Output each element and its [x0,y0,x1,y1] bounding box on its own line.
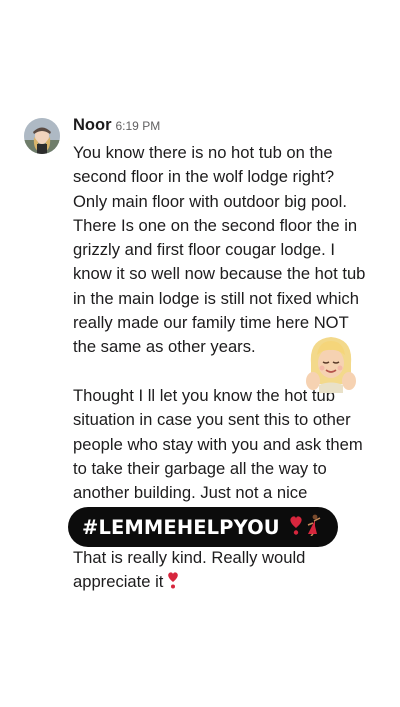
message-line: situation in case you sent this to other [73,410,351,430]
heart-exclamation-icon [166,570,180,597]
caption-line-2: appreciate it [73,570,373,597]
story-screen: { "message": { "author": "Noor", "time":… [0,0,400,707]
message-line: another building. Just not a nice [73,483,308,503]
message-line: Only main floor with outdoor big pool. [73,191,347,211]
message-line: You know there is no hot tub on the [73,143,333,162]
caption-paragraph: That is really kind. Really would apprec… [73,546,373,598]
message-header: Noor 6:19 PM [73,116,160,135]
caption: That is really kind. Really would apprec… [73,546,373,598]
message-line: really made our family time here NOT [73,313,349,333]
message-line: second floor in the wolf lodge right? [73,167,335,187]
message-line: people who stay with you and ask them [73,434,363,454]
hashtag-text: #LEMMEHELPYOU [82,515,280,539]
message-body: You know there is no hot tub on the seco… [73,141,378,505]
caption-line-2-text: appreciate it [73,572,164,592]
message-paragraph-2: Thought I ll let you know the hot tub si… [73,384,378,505]
message-line: grizzly and first floor cougar lodge. I [73,240,335,260]
message-line: There Is one on the second floor the in [73,215,358,235]
memoji-sticker-icon[interactable] [303,333,359,393]
timestamp[interactable]: 6:19 PM [116,119,161,133]
caption-line-1: That is really kind. Really would [73,548,306,567]
sticker-emoji-group [288,514,324,541]
author-name[interactable]: Noor [73,116,112,134]
message-line: in the main lodge is still not fixed whi… [73,288,359,308]
dancer-icon [304,514,324,541]
message-line: to take their garbage all the way to [73,458,327,478]
message-line: know it so well now because the hot tub [73,264,366,284]
hashtag-sticker[interactable]: #LEMMEHELPYOU [68,507,338,547]
avatar[interactable] [24,118,60,154]
heart-exclamation-icon [288,514,304,541]
